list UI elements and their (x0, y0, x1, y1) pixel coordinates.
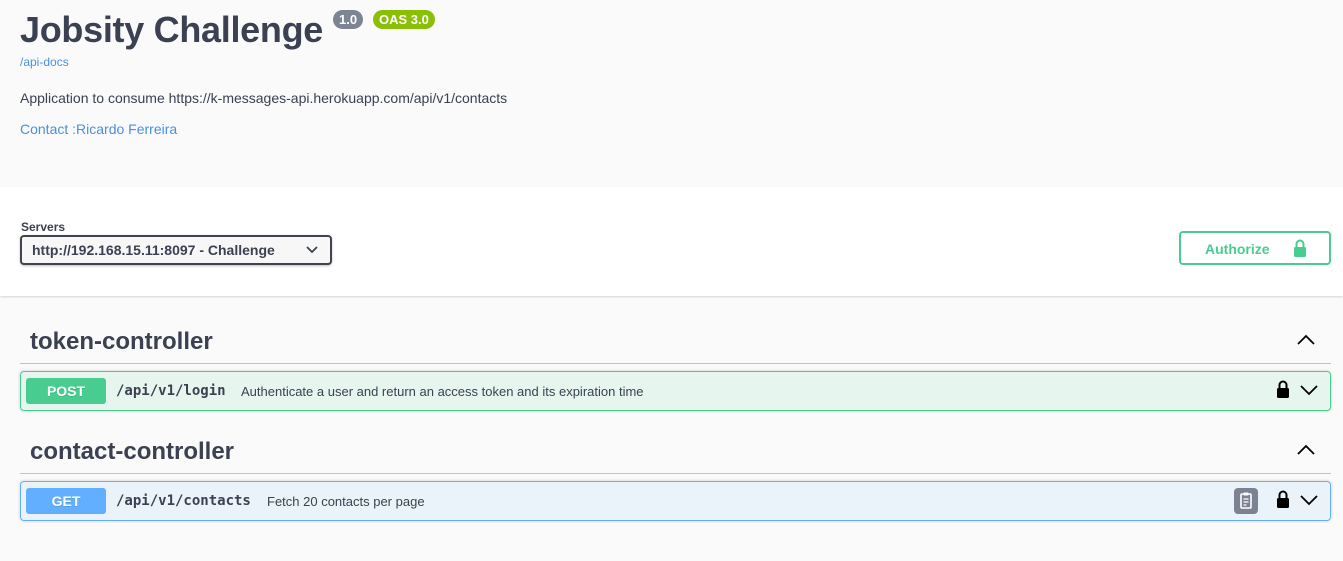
tag-title: contact-controller (30, 438, 235, 465)
tag-title: token-controller (30, 328, 213, 355)
copy-to-clipboard-button[interactable] (1234, 488, 1258, 514)
scheme-container: Servers http://192.168.15.11:8097 - Chal… (0, 187, 1343, 296)
chevron-up-icon[interactable] (1297, 444, 1315, 456)
version-badge: 1.0 (333, 10, 364, 29)
chevron-up-icon[interactable] (1297, 334, 1315, 346)
operation-path: /api/v1/contacts (116, 493, 251, 509)
authorize-button[interactable]: Authorize (1179, 231, 1331, 265)
operation-summary: Authenticate a user and return an access… (241, 384, 644, 399)
lock-icon[interactable] (1276, 490, 1290, 508)
page-title: Jobsity Challenge (20, 9, 323, 50)
api-description: Application to consume https://k-message… (20, 90, 508, 106)
api-docs-link[interactable]: /api-docs (20, 55, 69, 69)
server-select[interactable]: http://192.168.15.11:8097 - Challenge (20, 235, 332, 265)
lock-icon (1294, 239, 1306, 257)
servers-label: Servers (21, 220, 66, 234)
operation-summary: Fetch 20 contacts per page (267, 494, 425, 509)
operation-post-login[interactable]: POST /api/v1/login Authenticate a user a… (20, 371, 1331, 411)
tag-token-controller[interactable]: token-controller (20, 316, 1331, 364)
authorize-label: Authorize (1205, 241, 1270, 257)
server-select-value: http://192.168.15.11:8097 - Challenge (32, 242, 275, 258)
chevron-down-icon[interactable] (1300, 494, 1318, 506)
clipboard-icon (1240, 492, 1252, 509)
method-badge: POST (26, 378, 106, 404)
operation-path: /api/v1/login (116, 383, 226, 399)
operation-get-contacts[interactable]: GET /api/v1/contacts Fetch 20 contacts p… (20, 481, 1331, 521)
chevron-down-icon[interactable] (1300, 384, 1318, 396)
contact-link[interactable]: Contact :Ricardo Ferreira (20, 121, 177, 137)
info-section: Jobsity Challenge 1.0 OAS 3.0 /api-docs … (0, 0, 1343, 187)
oas-badge: OAS 3.0 (373, 10, 435, 29)
tag-contact-controller[interactable]: contact-controller (20, 426, 1331, 474)
method-badge: GET (26, 488, 106, 514)
lock-icon[interactable] (1276, 380, 1290, 398)
chevron-down-icon (306, 246, 318, 254)
